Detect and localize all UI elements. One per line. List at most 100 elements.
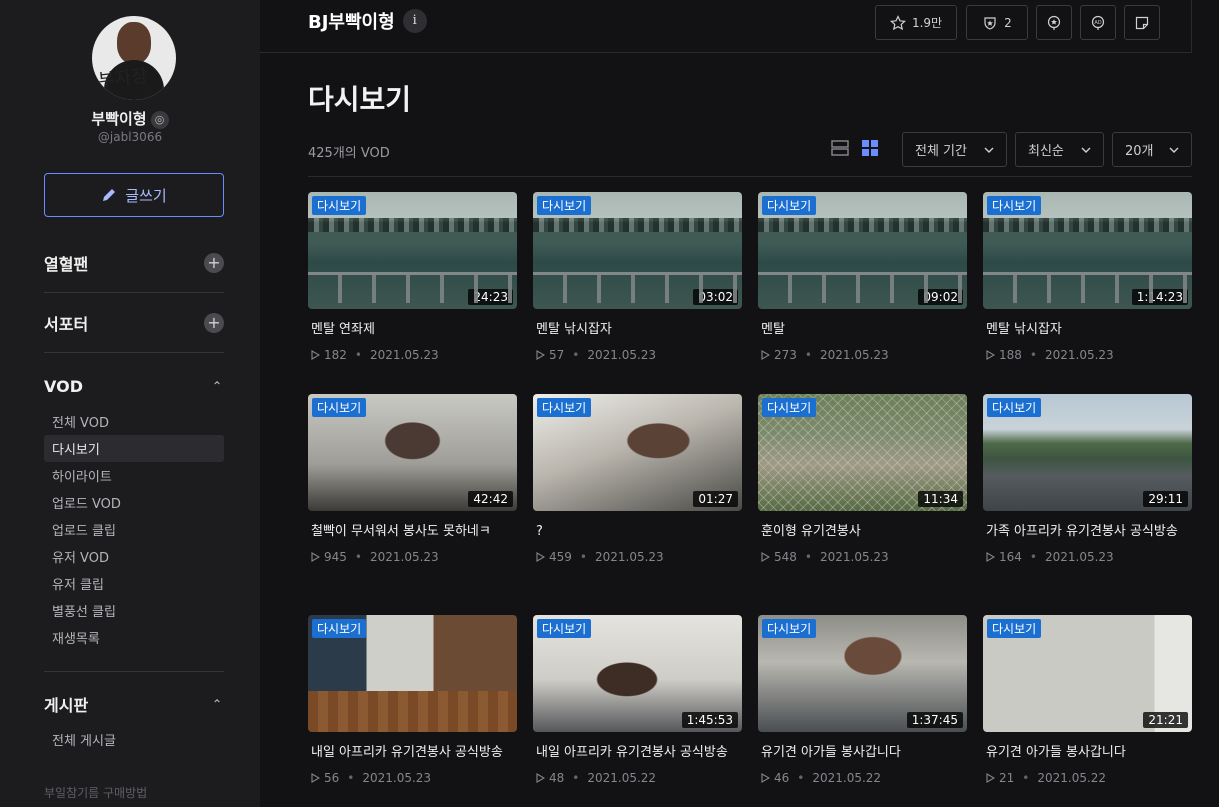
vod-thumbnail[interactable]: 다시보기 1:45:53 bbox=[533, 615, 742, 732]
chevron-up-icon[interactable]: ⌃ bbox=[210, 697, 224, 711]
section-vod-label: VOD bbox=[44, 376, 83, 396]
vod-card[interactable]: 다시보기 11:34 훈이형 유기견봉사 548 • 2021.05.23 bbox=[758, 394, 967, 564]
favorite-button[interactable]: 1.9만 bbox=[875, 5, 957, 40]
vod-thumbnail[interactable]: 다시보기 01:27 bbox=[533, 394, 742, 511]
vod-title[interactable]: 내일 아프리카 유기견봉사 공식방송 bbox=[308, 743, 517, 762]
write-button[interactable]: 글쓰기 bbox=[44, 173, 224, 217]
chevron-up-icon[interactable]: ⌃ bbox=[210, 379, 224, 393]
write-button-label: 글쓰기 bbox=[125, 186, 167, 205]
grid-view-icon[interactable] bbox=[861, 139, 879, 157]
replay-tag: 다시보기 bbox=[987, 619, 1042, 638]
vod-title[interactable]: 멘탈 bbox=[758, 320, 967, 339]
replay-tag: 다시보기 bbox=[312, 619, 367, 638]
vod-title[interactable]: 훈이형 유기견봉사 bbox=[758, 522, 967, 541]
vod-card[interactable]: 다시보기 01:27? 459 • 2021.05.23 bbox=[533, 394, 742, 564]
sidebar-item-upload-vod[interactable]: 업로드 VOD bbox=[44, 489, 224, 516]
replay-tag: 다시보기 bbox=[762, 398, 817, 417]
vod-thumbnail[interactable]: 다시보기 09:02 bbox=[758, 192, 967, 309]
vod-card[interactable]: 다시보기 21:21 유기견 아가들 봉사갑니다 21 • 2021.05.22 bbox=[983, 615, 1192, 785]
vod-thumbnail[interactable]: 다시보기 21:21 bbox=[983, 615, 1192, 732]
vod-thumbnail[interactable]: 다시보기 03:02 bbox=[533, 192, 742, 309]
balloon-button[interactable] bbox=[1036, 5, 1072, 40]
vod-card[interactable]: 다시보기 29:11 가족 아프리카 유기견봉사 공식방송 164 • 2021.05.2… bbox=[983, 394, 1192, 564]
plus-icon[interactable]: + bbox=[204, 253, 224, 273]
duration-badge: 21:21 bbox=[1143, 712, 1188, 728]
sidebar-item-balloon-clip[interactable]: 별풍선 클립 bbox=[44, 597, 224, 624]
vod-title[interactable]: 멘탈 연좌제 bbox=[308, 320, 517, 339]
sidebar-item-all-posts[interactable]: 전체 게시글 bbox=[44, 726, 224, 753]
replay-tag: 다시보기 bbox=[537, 196, 592, 215]
per-page-select[interactable]: 20개 bbox=[1112, 132, 1192, 167]
vod-title[interactable]: 철빡이 무서워서 봉사도 못하네ㅋ bbox=[308, 522, 517, 541]
plus-icon[interactable]: + bbox=[204, 313, 224, 333]
sidebar-item-all-vod[interactable]: 전체 VOD bbox=[44, 408, 224, 435]
vod-card[interactable]: 다시보기 4:16:33 내일 아프리카 유기견봉사 공식방송 56 • 2021.05.… bbox=[308, 615, 517, 785]
view-count: 188 bbox=[999, 348, 1022, 362]
vod-thumbnail[interactable]: 다시보기 29:11 bbox=[983, 394, 1192, 511]
vod-card[interactable]: 다시보기 24:23 멘탈 연좌제 182 • 2021.05.23 bbox=[308, 192, 517, 362]
vod-card[interactable]: 다시보기 42:42 철빡이 무서워서 봉사도 못하네ㅋ 945 • 2021.05.23 bbox=[308, 394, 517, 564]
info-icon[interactable]: i bbox=[402, 9, 427, 33]
vod-title[interactable]: 유기견 아가들 봉사갑니다 bbox=[983, 743, 1192, 762]
replay-tag: 다시보기 bbox=[537, 619, 592, 638]
view-count: 945 bbox=[324, 550, 347, 564]
vod-card[interactable]: 다시보기 1:14:23 멘탈 낚시잡자 188 • 2021.05.23 bbox=[983, 192, 1192, 362]
sort-select[interactable]: 최신순 bbox=[1015, 132, 1104, 167]
vod-thumbnail[interactable]: 다시보기 1:14:23 bbox=[983, 192, 1192, 309]
sidebar-item-playlist[interactable]: 재생목록 bbox=[44, 624, 224, 651]
period-select[interactable]: 전체 기간 bbox=[902, 132, 1007, 167]
ribbon-icon[interactable]: ◎ bbox=[150, 110, 169, 129]
pencil-icon bbox=[103, 189, 116, 201]
replay-tag: 다시보기 bbox=[987, 398, 1042, 417]
vod-thumbnail[interactable]: 다시보기 1:37:45 bbox=[758, 615, 967, 732]
list-view-icon[interactable] bbox=[831, 139, 849, 157]
chevron-down-icon bbox=[1081, 147, 1091, 153]
vod-title[interactable]: ? bbox=[533, 522, 742, 541]
vod-meta: 945 • 2021.05.23 bbox=[308, 550, 517, 564]
page-title: 다시보기 bbox=[308, 83, 412, 116]
vod-card[interactable]: 다시보기 09:02 멘탈 273 • 2021.05.23 bbox=[758, 192, 967, 362]
sidebar-item-user-vod[interactable]: 유저 VOD bbox=[44, 543, 224, 570]
sidebar-footer-link[interactable]: 부일참기름 구매방법 bbox=[44, 784, 147, 801]
vod-title[interactable]: 멘탈 낚시잡자 bbox=[533, 320, 742, 339]
vod-meta: 46 • 2021.05.22 bbox=[758, 771, 967, 785]
vod-card[interactable]: 다시보기 1:37:45 유기견 아가들 봉사갑니다 46 • 2021.05.22 bbox=[758, 615, 967, 785]
section-supporters[interactable]: 서포터 + bbox=[44, 293, 224, 353]
vod-thumbnail[interactable]: 다시보기 24:23 bbox=[308, 192, 517, 309]
vod-title[interactable]: 내일 아프리카 유기견봉사 공식방송 bbox=[533, 743, 742, 762]
avatar[interactable]: 부자장 bbox=[92, 16, 176, 100]
vod-card[interactable]: 다시보기 1:45:53 내일 아프리카 유기견봉사 공식방송 48 • 2021.05.… bbox=[533, 615, 742, 785]
sidebar-item-upload-clip[interactable]: 업로드 클립 bbox=[44, 516, 224, 543]
vod-meta: 182 • 2021.05.23 bbox=[308, 348, 517, 362]
section-fans[interactable]: 열혈팬 + bbox=[44, 233, 224, 293]
vod-title[interactable]: 가족 아프리카 유기견봉사 공식방송 bbox=[983, 522, 1192, 541]
vod-card[interactable]: 다시보기 03:02 멘탈 낚시잡자 57 • 2021.05.23 bbox=[533, 192, 742, 362]
play-icon bbox=[536, 350, 545, 360]
badge-button[interactable]: 2 bbox=[966, 5, 1028, 40]
sidebar-item-user-clip[interactable]: 유저 클립 bbox=[44, 570, 224, 597]
channel-title: BJ부빡이형 bbox=[308, 12, 395, 33]
play-icon bbox=[986, 350, 995, 360]
section-board[interactable]: 게시판 ⌃ bbox=[44, 674, 224, 734]
play-icon bbox=[536, 552, 545, 562]
vod-thumbnail[interactable]: 다시보기 11:34 bbox=[758, 394, 967, 511]
vod-title[interactable]: 유기견 아가들 봉사갑니다 bbox=[758, 743, 967, 762]
section-vod[interactable]: VOD ⌃ bbox=[44, 356, 224, 416]
sidebar-item-replay[interactable]: 다시보기 bbox=[44, 435, 224, 462]
vod-thumbnail[interactable]: 다시보기 4:16:33 bbox=[308, 615, 517, 732]
separator-dot: • bbox=[1029, 348, 1037, 362]
sort-select-value: 최신순 bbox=[1028, 144, 1064, 159]
ad-balloon-button[interactable]: AD bbox=[1080, 5, 1116, 40]
play-icon bbox=[311, 773, 320, 783]
chevron-down-icon bbox=[984, 147, 994, 153]
sticker-icon bbox=[1135, 16, 1149, 29]
sticker-button[interactable] bbox=[1124, 5, 1160, 40]
play-icon bbox=[986, 552, 995, 562]
upload-date: 2021.05.23 bbox=[1044, 550, 1114, 564]
vod-thumbnail[interactable]: 다시보기 42:42 bbox=[308, 394, 517, 511]
sidebar-item-highlight[interactable]: 하이라이트 bbox=[44, 462, 224, 489]
play-icon bbox=[761, 350, 770, 360]
vod-meta: 48 • 2021.05.22 bbox=[533, 771, 742, 785]
sidebar: 부자장 부빡이형 ◎ @jabl3066 글쓰기 열혈팬 + 서포터 + VOD … bbox=[0, 0, 260, 807]
vod-title[interactable]: 멘탈 낚시잡자 bbox=[983, 320, 1192, 339]
